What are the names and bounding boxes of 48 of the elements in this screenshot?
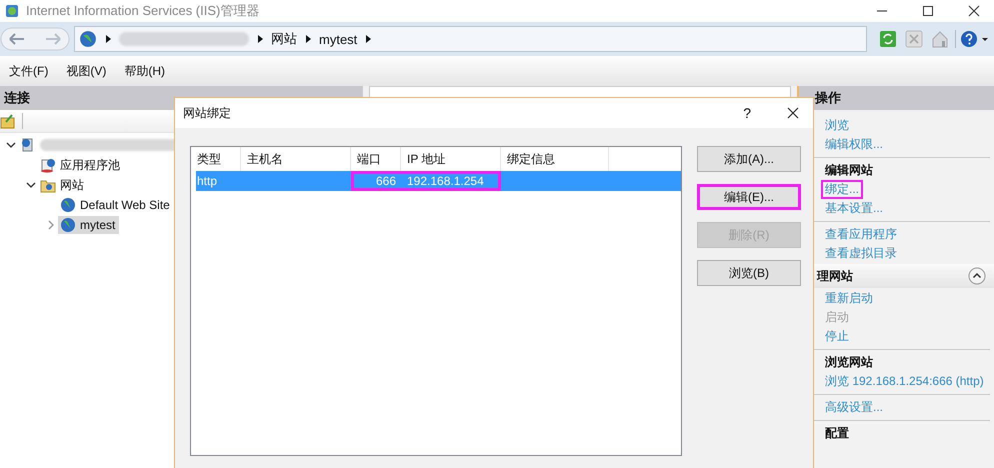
app-icon [4,3,20,19]
refresh-icon[interactable] [879,30,897,48]
section-heading: 配置 [824,425,850,442]
connect-icon[interactable] [0,113,16,129]
tree-label: mytest [80,218,116,232]
panel-title: 操作 [815,89,841,107]
panel-title: 连接 [4,89,30,107]
table-cell: 666 [351,171,401,191]
tree-item[interactable]: 网站 [38,176,88,194]
tree-item[interactable]: 应用程序池 [38,156,124,174]
dialog-title: 网站绑定 [183,104,231,122]
tree-label: 网站 [60,176,84,194]
column-header[interactable]: 端口 [351,147,401,171]
breadcrumb[interactable]: mytest [319,32,358,46]
help-button[interactable]: ? [743,105,751,121]
dialog-button[interactable]: 浏览(B) [697,260,801,286]
maximize-icon[interactable] [922,5,934,17]
table-cell-text: http [196,173,218,190]
globe-icon [60,217,76,233]
tree-label: 应用程序池 [60,156,120,174]
chevron-icon[interactable] [365,35,372,43]
dialog-button[interactable]: 编辑(E)... [697,184,801,210]
section-title: 理网站 [817,268,853,284]
collapse-icon[interactable] [968,267,986,285]
menu-item[interactable]: 帮助(H) [124,62,165,80]
tree-item[interactable]: Default Web Site [58,196,174,214]
globe-icon [79,30,97,48]
help-icon[interactable] [960,30,990,48]
breadcrumb[interactable]: 网站 [271,30,297,48]
chevron-icon[interactable] [105,35,111,43]
app-pool-icon [40,157,56,173]
address-bar[interactable]: 网站 mytest [74,26,867,52]
menu-item[interactable]: 文件(F) [9,62,48,80]
section-heading: 浏览网站 [824,354,874,371]
chevron-icon[interactable] [305,35,311,43]
back-forward-icon[interactable] [0,25,70,53]
table-cell: 192.168.1.254 [401,171,501,191]
menu-item[interactable]: 视图(V) [66,62,106,80]
chevron-icon[interactable] [257,35,263,43]
section-heading: 编辑网站 [824,162,874,179]
window-title: Internet Information Services (IIS)管理器 [26,2,260,20]
globe-icon [60,197,76,213]
dialog-button[interactable]: 添加(A)... [697,146,801,172]
tree-item[interactable]: mytest [58,216,120,234]
column-header[interactable]: IP 地址 [401,147,501,171]
close-icon[interactable] [787,107,799,119]
tree-label: Default Web Site [80,198,170,212]
close-icon[interactable] [968,5,980,17]
